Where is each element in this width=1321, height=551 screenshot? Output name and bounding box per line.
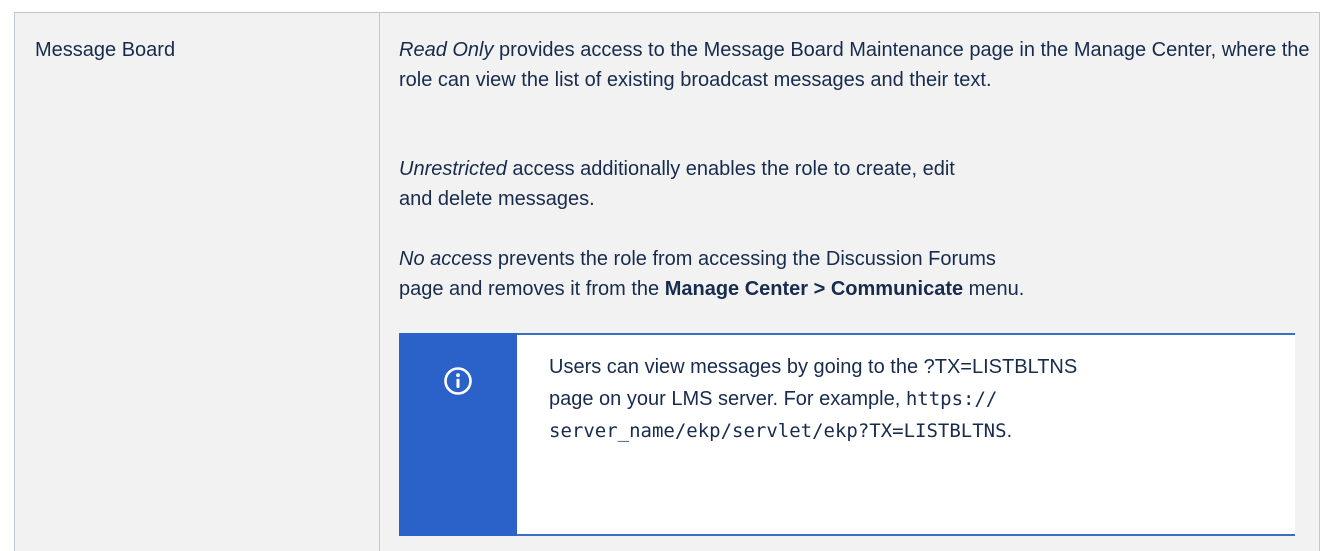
info-icon-cell — [399, 333, 517, 536]
read-only-text: provides access to the Message Board Mai… — [399, 39, 1310, 91]
read-only-paragraph: Read Only provides access to the Message… — [399, 35, 1319, 95]
feature-name-cell: Message Board — [15, 13, 380, 551]
no-access-text-line2-end: menu. — [963, 278, 1025, 300]
unrestricted-label: Unrestricted — [399, 158, 507, 180]
no-access-paragraph: No access prevents the role from accessi… — [399, 244, 1319, 304]
table-row: Message Board Read Only provides access … — [14, 12, 1320, 551]
example-url-part2: server_name/ekp/servlet/ekp?TX=LISTBLTNS — [549, 420, 1007, 442]
menu-path: Manage Center > Communicate — [664, 278, 964, 300]
info-circle-icon — [444, 367, 472, 395]
info-text-line1: Users can view messages by going to the … — [549, 356, 1078, 378]
feature-name: Message Board — [35, 39, 176, 61]
unrestricted-paragraph: Unrestricted access additionally enables… — [399, 154, 1319, 214]
example-url-part1: https:// — [905, 388, 998, 410]
no-access-text-line2-start: page and removes it from the — [399, 278, 665, 300]
description-cell: Read Only provides access to the Message… — [380, 13, 1319, 551]
info-text-end: . — [1006, 420, 1013, 442]
info-panel: Users can view messages by going to the … — [399, 333, 1295, 536]
info-text-line2-start: page on your LMS server. For example, — [549, 388, 906, 410]
no-access-text-line1: prevents the role from accessing the Dis… — [492, 248, 996, 270]
no-access-label: No access — [399, 248, 493, 270]
info-text: Users can view messages by going to the … — [549, 351, 1279, 447]
read-only-label: Read Only — [399, 39, 494, 61]
unrestricted-text-line1: access additionally enables the role to … — [506, 158, 955, 180]
unrestricted-text-line2: and delete messages. — [399, 188, 595, 210]
